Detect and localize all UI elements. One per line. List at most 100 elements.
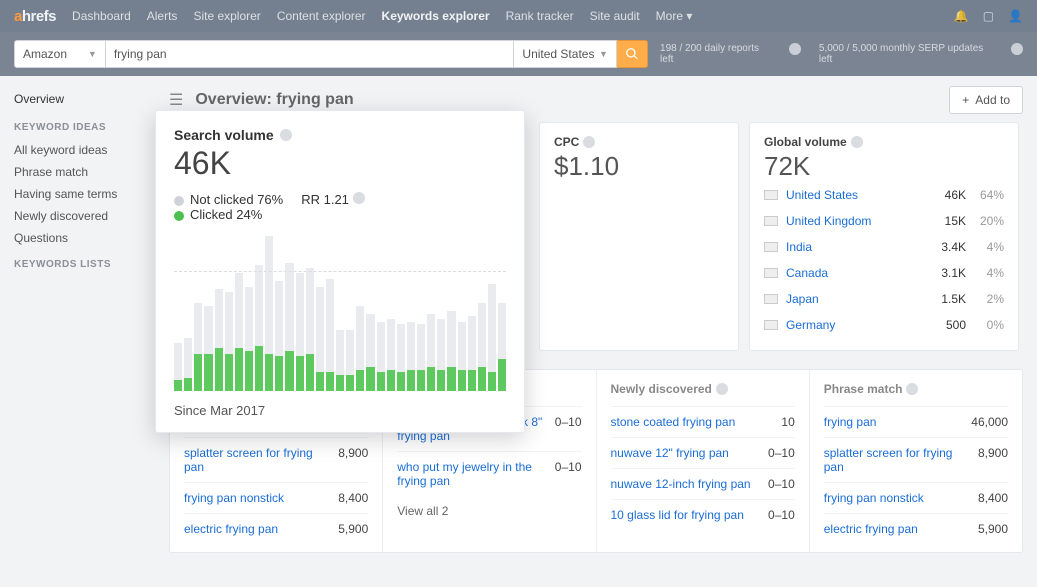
global-volume-row: United Kingdom15K20%	[764, 208, 1004, 234]
quota-info: 198 / 200 daily reports left 5,000 / 5,0…	[660, 43, 1023, 65]
brand-logo[interactable]: ahrefs	[14, 8, 56, 25]
square-icon[interactable]: ▢	[983, 9, 994, 23]
sidebar-newly-discovered[interactable]: Newly discovered	[14, 205, 141, 227]
chart-bar	[326, 236, 334, 391]
gv-country[interactable]: Canada	[786, 266, 922, 280]
sidebar-header-ideas: KEYWORD IDEAS	[14, 122, 141, 133]
chart-bar	[235, 236, 243, 391]
flag-icon	[764, 268, 778, 278]
help-icon[interactable]	[851, 136, 863, 148]
keyword-link[interactable]: splatter screen for frying pan	[184, 446, 334, 474]
keyword-link[interactable]: electric frying pan	[184, 522, 278, 536]
help-icon[interactable]	[716, 383, 728, 395]
add-to-button[interactable]: +Add to	[949, 86, 1023, 114]
nav-content-explorer[interactable]: Content explorer	[277, 9, 366, 23]
table-row: stone coated frying pan 10	[611, 406, 795, 437]
table-row: nuwave 12" frying pan 0–10	[611, 437, 795, 468]
help-icon[interactable]	[1011, 43, 1023, 55]
gv-volume: 46K	[930, 188, 966, 202]
keyword-value: 10	[781, 415, 794, 429]
nav-keywords-explorer[interactable]: Keywords explorer	[382, 9, 490, 23]
view-all-link[interactable]: View all 2	[397, 496, 581, 526]
chart-bar	[447, 236, 455, 391]
chart-bar	[498, 236, 506, 391]
country-select[interactable]: United States▼	[514, 40, 617, 68]
dot-clicked-icon	[174, 211, 184, 221]
cpc-card: CPC $1.10	[539, 122, 739, 351]
global-volume-row: Germany5000%	[764, 312, 1004, 338]
page-title: Overview: frying pan	[195, 91, 353, 109]
nav-site-audit[interactable]: Site audit	[590, 9, 640, 23]
chart-bar	[356, 236, 364, 391]
gv-country[interactable]: Germany	[786, 318, 922, 332]
sidebar-all-ideas[interactable]: All keyword ideas	[14, 139, 141, 161]
keyword-link[interactable]: stone coated frying pan	[611, 415, 736, 429]
keyword-value: 8,900	[338, 446, 368, 474]
keyword-link[interactable]: frying pan nonstick	[824, 491, 924, 505]
cpc-value: $1.10	[554, 151, 724, 182]
table-row: frying pan nonstick8,400	[824, 482, 1008, 513]
global-volume-row: Canada 3.1K 4%	[764, 260, 1004, 286]
table-row: electric frying pan5,900	[824, 513, 1008, 544]
help-icon[interactable]	[353, 192, 365, 204]
chart-bar	[387, 236, 395, 391]
keyword-input[interactable]: frying pan	[106, 40, 515, 68]
bell-icon[interactable]: 🔔	[954, 9, 969, 23]
keyword-value: 5,900	[338, 522, 368, 536]
top-nav: ahrefs Dashboard Alerts Site explorer Co…	[0, 0, 1037, 32]
keyword-value: 0–10	[768, 477, 795, 491]
global-volume-row: Japan1.5K2%	[764, 286, 1004, 312]
search-volume-value: 46K	[174, 145, 506, 182]
help-icon[interactable]	[583, 136, 595, 148]
help-icon[interactable]	[906, 383, 918, 395]
global-volume-row: India3.4K4%	[764, 234, 1004, 260]
gv-percent: 0%	[974, 318, 1004, 332]
nav-rank-tracker[interactable]: Rank tracker	[506, 9, 574, 23]
keyword-link[interactable]: nuwave 12" frying pan	[611, 446, 729, 460]
keyword-link[interactable]: splatter screen for frying pan	[824, 446, 974, 474]
global-volume-value: 72K	[764, 151, 1004, 182]
global-volume-card: Global volume 72K United States46K64%Uni…	[749, 122, 1019, 351]
table-row: splatter screen for frying pan8,900	[824, 437, 1008, 482]
user-icon[interactable]: 👤	[1008, 9, 1023, 23]
chart-bar	[336, 236, 344, 391]
chart-bar	[194, 236, 202, 391]
keyword-value: 0–10	[555, 460, 582, 488]
gv-percent: 4%	[974, 266, 1004, 280]
sidebar-overview[interactable]: Overview	[14, 86, 141, 112]
keyword-link[interactable]: nuwave 12-inch frying pan	[611, 477, 751, 491]
keyword-link[interactable]: who put my jewelry in the frying pan	[397, 460, 547, 488]
sidebar-same-terms[interactable]: Having same terms	[14, 183, 141, 205]
table-row: frying pan nonstick8,400	[184, 482, 368, 513]
gv-percent: 2%	[974, 292, 1004, 306]
keyword-link[interactable]: frying pan nonstick	[184, 491, 284, 505]
chart-bar	[366, 236, 374, 391]
gv-volume: 3.1K	[930, 266, 966, 280]
chart-bar	[204, 236, 212, 391]
sidebar-questions[interactable]: Questions	[14, 227, 141, 249]
sidebar-phrase-match[interactable]: Phrase match	[14, 161, 141, 183]
chart-since-label: Since Mar 2017	[174, 403, 506, 418]
search-button[interactable]	[617, 40, 648, 68]
help-icon[interactable]	[280, 129, 292, 141]
gv-country[interactable]: United States	[786, 188, 922, 202]
nav-alerts[interactable]: Alerts	[147, 9, 178, 23]
nav-site-explorer[interactable]: Site explorer	[193, 9, 260, 23]
keyword-link[interactable]: 10 glass lid for frying pan	[611, 508, 744, 522]
table-row: splatter screen for frying pan8,900	[184, 437, 368, 482]
keyword-link[interactable]: electric frying pan	[824, 522, 918, 536]
keyword-table: Newly discovered stone coated frying pan…	[597, 370, 810, 552]
chart-bar	[285, 236, 293, 391]
table-row: 10 glass lid for frying pan0–10	[611, 499, 795, 530]
gv-country[interactable]: Japan	[786, 292, 922, 306]
keyword-link[interactable]: frying pan	[824, 415, 877, 429]
nav-dashboard[interactable]: Dashboard	[72, 9, 131, 23]
gv-country[interactable]: United Kingdom	[786, 214, 922, 228]
keyword-value: 0–10	[768, 446, 795, 460]
dot-notclicked-icon	[174, 196, 184, 206]
hamburger-icon[interactable]: ☰	[169, 90, 183, 110]
nav-more[interactable]: More ▾	[656, 9, 693, 23]
help-icon[interactable]	[789, 43, 801, 55]
gv-country[interactable]: India	[786, 240, 922, 254]
engine-select[interactable]: Amazon▼	[14, 40, 106, 68]
